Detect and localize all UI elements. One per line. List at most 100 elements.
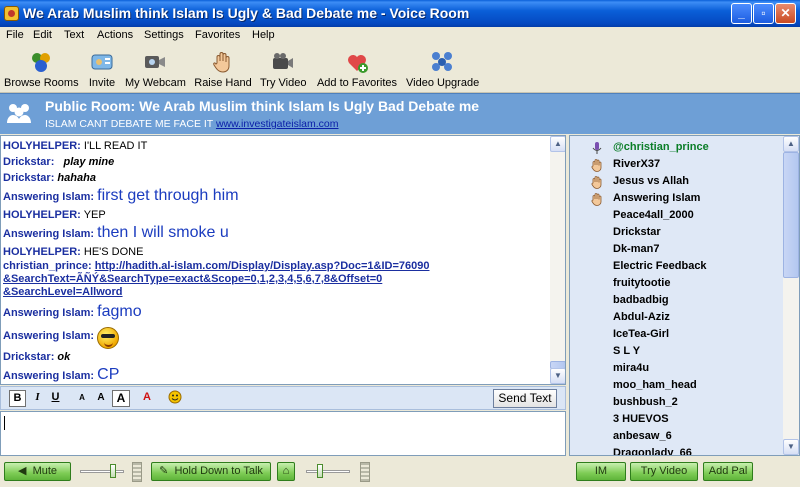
smiley-icon (168, 390, 182, 404)
maximize-button[interactable]: ▫ (753, 3, 774, 24)
user-list-item[interactable]: moo_ham_head (570, 378, 784, 395)
user-list-item[interactable]: Peace4all_2000 (570, 208, 784, 225)
user-list-item[interactable]: mira4u (570, 361, 784, 378)
menu-text[interactable]: Text (64, 29, 84, 41)
chat-message: Drickstar: play mine (3, 154, 549, 170)
message-input[interactable] (0, 411, 566, 456)
mic-knob[interactable] (317, 464, 323, 478)
invite-button[interactable]: Invite (86, 46, 118, 92)
user-list-item[interactable]: Drickstar (570, 225, 784, 242)
webcam-icon (145, 56, 165, 68)
scroll-up-button[interactable]: ▲ (783, 136, 799, 152)
my-webcam-button[interactable]: My Webcam (125, 46, 186, 92)
volume-slider[interactable] (80, 464, 124, 479)
room-topic-link[interactable]: www.investigateislam.com (216, 118, 339, 130)
user-list-item[interactable]: anbesaw_6 (570, 429, 784, 446)
message-nick[interactable]: Answering Islam: (3, 370, 94, 382)
scroll-up-button[interactable]: ▲ (550, 136, 565, 152)
message-nick[interactable]: HOLYHELPER: (3, 209, 81, 221)
lock-talk-button[interactable]: ⌂ (277, 462, 295, 481)
user-list-item[interactable]: IceTea-Girl (570, 327, 784, 344)
message-link[interactable]: &SearchText=ÃÑÝ&SearchType=exact&Scope=0… (3, 273, 382, 285)
lock-icon: ⌂ (282, 465, 290, 477)
emoticon-button[interactable] (167, 390, 183, 407)
message-nick[interactable]: Answering Islam: (3, 191, 94, 203)
message-text: HE'S DONE (83, 246, 144, 258)
user-list-item[interactable]: RiverX37 (570, 157, 784, 174)
user-list-item[interactable]: fruitytootie (570, 276, 784, 293)
menu-help[interactable]: Help (252, 29, 275, 41)
user-name: IceTea-Girl (613, 328, 670, 340)
add-to-favorites-label: Add to Favorites (316, 77, 398, 89)
add-to-favorites-button[interactable]: Add to Favorites (315, 46, 399, 92)
title-bar[interactable]: We Arab Muslim think Islam Is Ugly & Bad… (0, 0, 800, 27)
chat-log[interactable]: HOLYHELPER: I'LL READ IT Drickstar: play… (0, 135, 566, 385)
message-link[interactable]: http://hadith.al-islam.com/Display/Displ… (95, 260, 430, 272)
user-list-item[interactable]: badbadbig (570, 293, 784, 310)
message-nick[interactable]: christian_prince: (3, 260, 92, 272)
volume-knob[interactable] (110, 464, 116, 478)
menu-actions[interactable]: Actions (97, 29, 133, 41)
menu-edit[interactable]: Edit (33, 29, 52, 41)
italic-button[interactable]: I (29, 390, 46, 407)
user-name: Jesus vs Allah (613, 175, 690, 187)
minimize-button[interactable]: _ (731, 3, 752, 24)
message-link[interactable]: &SearchLevel=Allword (3, 286, 123, 298)
scroll-down-button[interactable]: ▼ (550, 368, 565, 384)
user-list-scrollbar[interactable]: ▲ ▼ (783, 136, 799, 455)
user-list-item[interactable]: Electric Feedback (570, 259, 784, 276)
user-list-item[interactable]: @christian_prince (570, 140, 784, 157)
message-nick[interactable]: Answering Islam: (3, 307, 94, 319)
add-pal-button[interactable]: Add Pal (703, 462, 753, 481)
video-upgrade-icon (432, 52, 452, 71)
video-upgrade-button[interactable]: Video Upgrade (406, 46, 479, 92)
scroll-down-button[interactable]: ▼ (783, 439, 799, 455)
raise-hand-button[interactable]: Raise Hand (194, 46, 252, 92)
message-nick[interactable]: Drickstar: (3, 156, 54, 168)
talk-label: Hold Down to Talk (174, 465, 263, 477)
user-list-item[interactable]: Jesus vs Allah (570, 174, 784, 191)
user-name: 3 HUEVOS (613, 413, 669, 425)
chat-scrollbar[interactable]: ▲ ▼ (550, 136, 565, 384)
video-camera-icon (273, 53, 293, 69)
text-color-button[interactable]: A (139, 390, 155, 407)
user-list-item[interactable]: Dragonlady_66 (570, 446, 784, 455)
user-list-item[interactable]: S L Y (570, 344, 784, 361)
try-video-toolbar-button[interactable]: Try Video (260, 46, 306, 92)
font-medium-button[interactable]: A (93, 390, 109, 407)
user-list-item[interactable]: 3 HUEVOS (570, 412, 784, 429)
user-list[interactable]: @christian_prince RiverX37 Jesus vs Allah A… (569, 135, 800, 456)
message-nick[interactable]: HOLYHELPER: (3, 246, 81, 258)
font-small-button[interactable]: A (75, 390, 89, 407)
invite-label: Invite (88, 77, 116, 89)
microphone-icon (592, 142, 602, 154)
message-nick[interactable]: Answering Islam: (3, 228, 94, 240)
send-text-button[interactable]: Send Text (493, 389, 557, 408)
chat-message: Answering Islam: first get through him (3, 186, 549, 207)
menu-settings[interactable]: Settings (144, 29, 184, 41)
user-list-item[interactable]: Dk-man7 (570, 242, 784, 259)
message-nick[interactable]: Answering Islam: (3, 330, 94, 342)
underline-button[interactable]: U (47, 390, 64, 407)
menu-file[interactable]: File (6, 29, 24, 41)
font-large-button[interactable]: A (112, 390, 130, 407)
message-nick[interactable]: Drickstar: (3, 172, 54, 184)
hold-down-to-talk-button[interactable]: ✎ Hold Down to Talk (151, 462, 271, 481)
user-list-item[interactable]: bushbush_2 (570, 395, 784, 412)
user-name: Answering Islam (613, 192, 701, 204)
user-list-item[interactable]: Answering Islam (570, 191, 784, 208)
im-button[interactable]: IM (576, 462, 626, 481)
mute-button[interactable]: ◀ Mute (4, 462, 71, 481)
menu-favorites[interactable]: Favorites (195, 29, 240, 41)
close-button[interactable]: ✕ (775, 3, 796, 24)
message-nick[interactable]: Drickstar: (3, 351, 54, 363)
try-video-button[interactable]: Try Video (630, 462, 698, 481)
browse-rooms-button[interactable]: Browse Rooms (4, 46, 79, 92)
raise-hand-icon (213, 52, 230, 73)
app-icon[interactable] (4, 6, 19, 21)
message-nick[interactable]: HOLYHELPER: (3, 140, 81, 152)
bold-button[interactable]: B (9, 390, 26, 407)
mic-slider[interactable] (306, 464, 350, 479)
user-list-item[interactable]: Abdul-Aziz (570, 310, 784, 327)
scroll-thumb[interactable] (783, 152, 799, 278)
